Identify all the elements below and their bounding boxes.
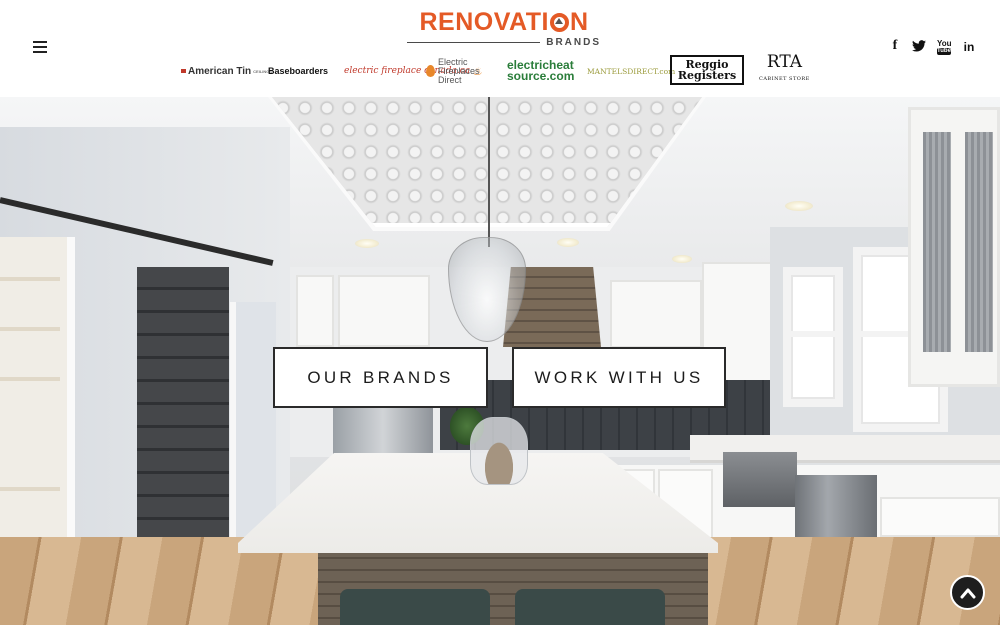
our-brands-button[interactable]: OUR BRANDS [273,347,488,408]
brand-logo-baseboarders[interactable]: Baseboarders [268,54,328,88]
site-header: RENOVATI N BRANDS American Tin CEILINGS B… [0,0,1000,97]
brand-logo-electric-fireplaces-direct[interactable]: Electric Fireplaces Direct [426,54,498,88]
pendant-cord [488,97,490,247]
brand-logo-rta-cabinet-store[interactable]: RTA CABINET STORE [759,54,810,88]
work-with-us-button[interactable]: WORK WITH US [512,347,726,408]
glass-terrarium [470,417,528,485]
brand-logo-electric-heat-source[interactable]: electricheat source.com [507,54,575,88]
twitter-icon[interactable] [911,40,927,56]
hero-kitchen-image [0,97,1000,625]
bar-stool [340,589,490,625]
flame-icon [426,65,435,77]
brand-logo-strip: American Tin CEILINGS Baseboarders elect… [178,54,818,88]
recessed-light [785,201,813,211]
youtube-icon[interactable]: You Tube [937,40,952,56]
brand-logo-american-tin[interactable]: American Tin CEILINGS [181,54,272,88]
cabinet-drawer [880,497,1000,537]
glass-front-cabinet [908,107,1000,387]
brand-logo-reggio-registers[interactable]: Reggio Registers [670,55,744,85]
hamburger-menu-icon[interactable] [33,41,47,53]
upper-cabinet [338,275,430,347]
upper-cabinet [296,275,334,347]
bar-stool [515,589,665,625]
upper-cabinet [610,280,702,348]
brand-logo-mantels-direct[interactable]: MANTELSDIRECT.com [587,54,675,88]
chevron-up-icon [960,588,975,598]
facebook-icon[interactable]: f [890,38,900,54]
farmhouse-sink [723,452,797,507]
logo-wordmark: RENOVATI N [419,8,589,36]
flag-icon [181,69,186,73]
logo-o-roof-icon [549,13,569,32]
recessed-light [355,239,379,248]
recessed-light [557,238,579,247]
logo-subtitle: BRANDS [407,37,601,48]
kitchen-window [783,267,843,407]
scroll-to-top-button[interactable] [950,575,985,610]
linkedin-icon[interactable]: in [962,40,976,56]
recessed-light [672,255,692,263]
renovation-brands-logo[interactable]: RENOVATI N BRANDS [407,8,601,48]
